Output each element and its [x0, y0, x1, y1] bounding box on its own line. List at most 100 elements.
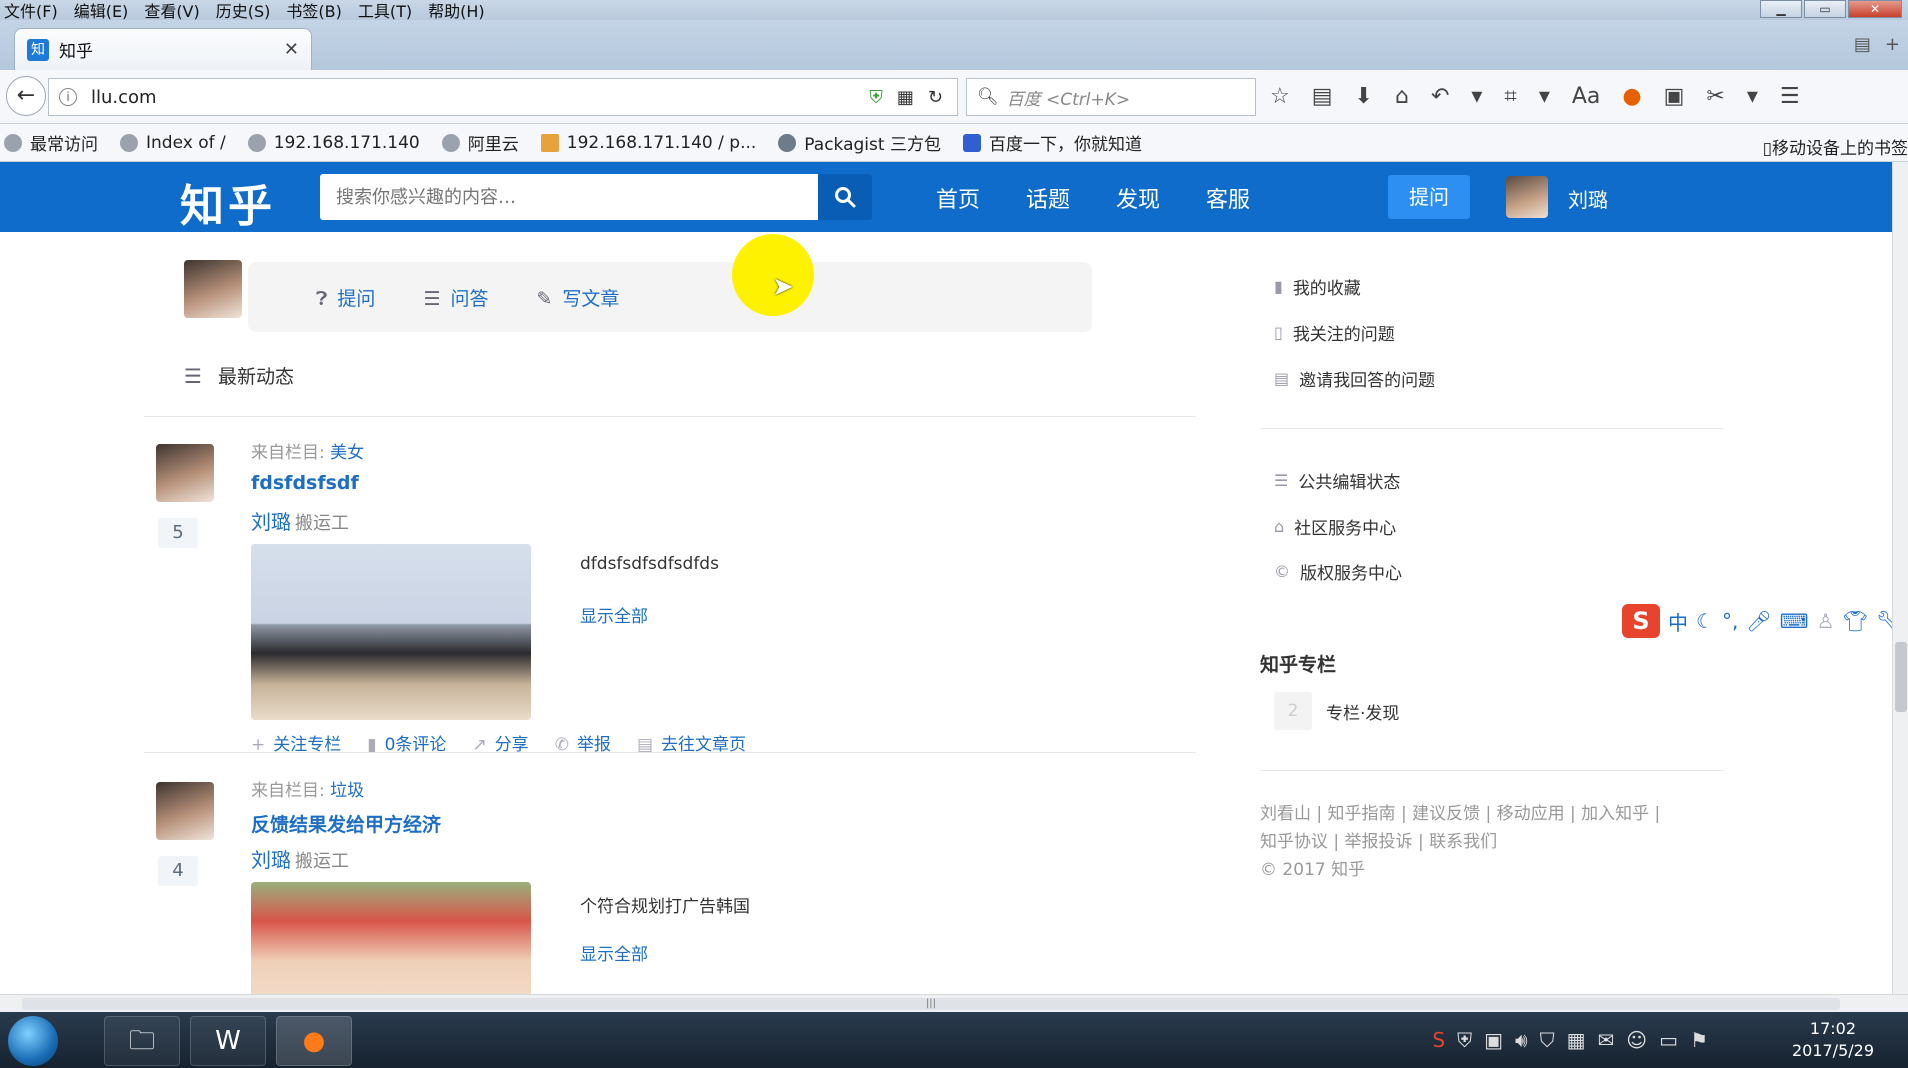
vertical-scrollbar[interactable] — [1892, 162, 1908, 994]
reading-list-icon[interactable]: ▤ — [1312, 84, 1333, 109]
translate-icon[interactable]: Aa — [1572, 84, 1601, 109]
menu-tools[interactable]: 工具(T) — [356, 0, 424, 22]
security-tray-icon[interactable]: ⛨ — [1457, 1028, 1472, 1052]
bookmark-packagist[interactable]: Packagist 三方包 — [778, 130, 941, 155]
menu-edit[interactable]: 编辑(E) — [72, 0, 141, 22]
user-avatar[interactable] — [1506, 176, 1548, 218]
show-all-link[interactable]: 显示全部 — [580, 602, 648, 627]
crop-icon[interactable]: ⌗ — [1504, 84, 1516, 109]
nav-topics[interactable]: 话题 — [1026, 182, 1070, 214]
tab-list-icon[interactable]: ▤ — [1854, 34, 1871, 55]
vote-count[interactable]: 4 — [158, 856, 198, 886]
column-link[interactable]: 垃圾 — [330, 781, 364, 801]
compose-answer[interactable]: ☰ 问答 — [423, 284, 488, 311]
vote-count[interactable]: 5 — [158, 518, 198, 548]
hamburger-menu-icon[interactable]: ☰ — [1780, 84, 1800, 109]
download-icon[interactable]: ⬇ — [1355, 84, 1373, 109]
sidebar-icon[interactable]: ▣ — [1664, 84, 1685, 109]
author-avatar[interactable] — [156, 782, 214, 840]
footer-line-1[interactable]: 刘看山 | 知乎指南 | 建议反馈 | 移动应用 | 加入知乎 | — [1260, 800, 1740, 828]
bookmark-most-visited[interactable]: 最常访问 — [4, 130, 98, 155]
app-tray-icon[interactable]: ▦ — [1567, 1028, 1586, 1052]
sidebar-invited-questions[interactable]: ▤ 邀请我回答的问题 — [1274, 366, 1435, 391]
mobile-bookmarks[interactable]: ▯移动设备上的书签 — [1763, 134, 1908, 159]
notification-icon[interactable]: ⚑ — [1690, 1028, 1708, 1052]
bookmark-aliyun[interactable]: 阿里云 — [441, 130, 519, 155]
network-tray-icon[interactable]: ▣ — [1484, 1028, 1503, 1052]
sogou-logo-icon[interactable]: S — [1622, 604, 1660, 638]
undo-icon[interactable]: ↶ — [1431, 84, 1449, 109]
horizontal-scrollbar[interactable]: ||| — [0, 994, 1908, 1012]
footer-line-2[interactable]: 知乎协议 | 举报投诉 | 联系我们 — [1260, 828, 1740, 856]
menu-help[interactable]: 帮助(H) — [426, 0, 497, 22]
author-name[interactable]: 刘璐 — [251, 848, 291, 872]
back-button[interactable]: ← — [6, 76, 46, 116]
ime-mode-toggle[interactable]: 中 — [1668, 607, 1688, 636]
shield-icon[interactable]: ⛨ — [869, 87, 883, 108]
article-title[interactable]: 反馈结果发给甲方经济 — [251, 810, 441, 837]
dropdown-icon[interactable]: ▾ — [1539, 84, 1550, 109]
bookmark-phpmyadmin[interactable]: 192.168.171.140 / p... — [540, 133, 756, 153]
bookmark-index[interactable]: Index of / — [120, 133, 226, 153]
author-avatar[interactable] — [156, 444, 214, 502]
mail-tray-icon[interactable]: ✉ — [1598, 1028, 1615, 1052]
current-user-avatar[interactable] — [184, 260, 242, 318]
search-bar[interactable]: 🔍︎ 百度 <Ctrl+K> — [966, 78, 1256, 116]
user-name[interactable]: 刘璐 — [1568, 184, 1608, 213]
menu-file[interactable]: 文件(F) — [2, 0, 70, 22]
sidebar-my-collections[interactable]: ▮ 我的收藏 — [1274, 274, 1361, 299]
explorer-taskbar-icon[interactable]: 🗀 — [104, 1016, 180, 1066]
column-discover[interactable]: 2 专栏·发现 — [1274, 692, 1399, 730]
menu-view[interactable]: 查看(V) — [142, 0, 211, 22]
zhihu-search-button[interactable] — [818, 174, 872, 220]
nav-home[interactable]: 首页 — [936, 182, 980, 214]
zhihu-logo[interactable]: 知乎 — [180, 170, 276, 234]
nav-service[interactable]: 客服 — [1206, 182, 1250, 214]
menu-bookmarks[interactable]: 书签(B) — [284, 0, 353, 22]
microphone-icon[interactable]: 🎤︎ — [1746, 609, 1771, 633]
author-name[interactable]: 刘璐 — [251, 510, 291, 534]
sidebar-public-edit[interactable]: ☰ 公共编辑状态 — [1274, 468, 1400, 493]
close-tab-icon[interactable]: ✕ — [284, 39, 299, 60]
new-tab-icon[interactable]: + — [1885, 34, 1900, 55]
ask-question-button[interactable]: 提问 — [1388, 175, 1470, 219]
nav-explore[interactable]: 发现 — [1116, 182, 1160, 214]
skin-icon[interactable]: 👕︎ — [1843, 609, 1868, 633]
minimize-button[interactable]: ▁ — [1760, 0, 1802, 18]
maximize-button[interactable]: ▭ — [1804, 0, 1846, 18]
compose-ask[interactable]: ❓︎ 提问 — [316, 284, 375, 311]
tab-zhihu[interactable]: 知 知乎 ✕ — [14, 28, 312, 70]
address-bar[interactable]: i llu.com ⛨ ▦ ↻ — [48, 78, 958, 116]
shield-tray-icon[interactable]: ⛉ — [1540, 1028, 1555, 1052]
close-window-button[interactable]: ✕ — [1848, 0, 1902, 18]
sogou-tray-icon[interactable]: S — [1432, 1028, 1445, 1052]
zhihu-search-input[interactable] — [320, 174, 818, 220]
scroll-thumb[interactable] — [1895, 642, 1907, 712]
punctuation-icon[interactable]: °, — [1722, 609, 1738, 633]
user-icon[interactable]: ♙ — [1817, 609, 1835, 633]
article-thumbnail[interactable] — [251, 882, 531, 994]
scroll-thumb[interactable]: ||| — [22, 998, 1840, 1010]
bookmark-baidu[interactable]: 百度一下，你就知道 — [962, 130, 1142, 155]
dropdown-icon[interactable]: ▾ — [1471, 84, 1482, 109]
qr-code-icon[interactable]: ▦ — [897, 87, 914, 108]
bookmark-star-icon[interactable]: ☆ — [1270, 84, 1290, 109]
moon-icon[interactable]: ☾ — [1696, 609, 1714, 633]
site-info-icon[interactable]: i — [59, 88, 77, 106]
bookmark-ip[interactable]: 192.168.171.140 — [247, 133, 420, 153]
extension-icon[interactable]: ✂ — [1706, 84, 1724, 109]
article-thumbnail[interactable] — [251, 544, 531, 720]
sidebar-followed-questions[interactable]: ▯ 我关注的问题 — [1274, 320, 1395, 345]
keyboard-icon[interactable]: ⌨ — [1780, 609, 1809, 633]
article-title[interactable]: fdsfdsfsdf — [251, 472, 359, 494]
sidebar-copyright-center[interactable]: © 版权服务中心 — [1274, 559, 1402, 584]
start-button[interactable] — [8, 1016, 58, 1066]
menu-history[interactable]: 历史(S) — [214, 0, 283, 22]
qq-tray-icon[interactable]: ☺ — [1626, 1028, 1647, 1052]
column-link[interactable]: 美女 — [330, 443, 364, 463]
compose-write[interactable]: ✎ 写文章 — [537, 284, 620, 311]
firefox-taskbar-icon[interactable]: ● — [276, 1016, 352, 1066]
sidebar-community-center[interactable]: ⌂ 社区服务中心 — [1274, 514, 1396, 539]
wps-taskbar-icon[interactable]: W — [190, 1016, 266, 1066]
dropdown-icon[interactable]: ▾ — [1747, 84, 1758, 109]
